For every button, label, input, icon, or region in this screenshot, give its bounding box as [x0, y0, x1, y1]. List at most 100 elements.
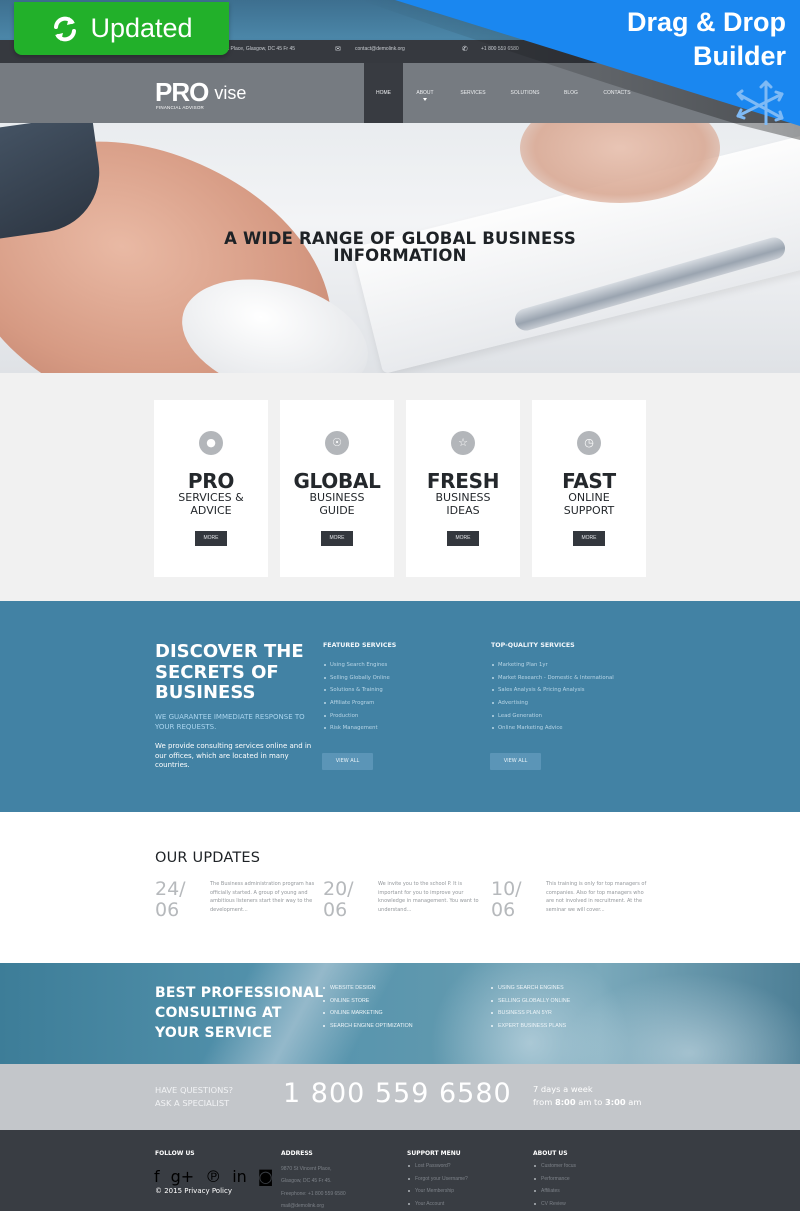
- privacy-policy-link[interactable]: © 2015 Privacy Policy: [155, 1187, 232, 1195]
- twitter-icon[interactable]: t: [611, 45, 614, 53]
- list-item: WEBSITE DESIGN: [322, 985, 413, 998]
- google-plus-icon[interactable]: g+: [171, 1167, 195, 1186]
- logo-main: PRO: [155, 77, 209, 107]
- update-date: 10/06: [491, 878, 522, 921]
- update-date: 20/06: [323, 878, 354, 921]
- nav-item-home[interactable]: HOME: [364, 63, 403, 123]
- feature-card: ☉ GLOBAL BUSINESS GUIDE MORE: [280, 400, 394, 577]
- support-link[interactable]: Your Membership: [407, 1188, 468, 1201]
- about-link[interactable]: Performance: [533, 1176, 576, 1189]
- consulting-banner: BEST PROFESSIONAL CONSULTING AT YOUR SER…: [0, 963, 800, 1064]
- discover-section: DISCOVER THE SECRETS OF BUSINESS WE GUAR…: [0, 601, 800, 812]
- google-plus-icon[interactable]: g+: [596, 45, 606, 53]
- nav-item-blog[interactable]: BLOG: [551, 63, 591, 123]
- address-text: nt Place, Glasgow, DC 45 Fr 45: [225, 46, 296, 52]
- support-link[interactable]: Your Account: [407, 1201, 468, 1211]
- about-link[interactable]: CV Review: [533, 1201, 576, 1211]
- site-logo[interactable]: PRO vise FINANCIAL ADVISOR: [155, 77, 246, 110]
- list-item[interactable]: Online Marketing Advice: [491, 725, 614, 738]
- nav-item-solutions[interactable]: SOLUTIONS: [499, 63, 551, 123]
- update-text: We invite you to the school P. It is imp…: [378, 881, 479, 913]
- update-date: 24/06: [155, 878, 186, 921]
- view-all-top-quality-button[interactable]: VIEW ALL: [490, 753, 541, 770]
- email-link[interactable]: contact@demolink.org: [355, 46, 405, 52]
- list-item[interactable]: Lead Generation: [491, 713, 614, 726]
- feature-title: FRESH: [426, 469, 500, 493]
- feature-card: ● PRO SERVICES & ADVICE MORE: [154, 400, 268, 577]
- updated-badge: Updated: [14, 2, 229, 55]
- view-all-featured-button[interactable]: VIEW ALL: [322, 753, 373, 770]
- discover-description: We provide consulting services online an…: [155, 742, 312, 769]
- feature-card: ◷ FAST ONLINE SUPPORT MORE: [532, 400, 646, 577]
- list-item: ONLINE STORE: [322, 998, 413, 1011]
- about-heading: ABOUT US: [533, 1150, 568, 1157]
- address-line: 9870 St Vincent Place,: [281, 1166, 332, 1172]
- feature-title: PRO: [187, 469, 235, 493]
- hero-headline-line2: INFORMATION: [333, 246, 467, 265]
- email-link[interactable]: mail@demolink.org: [281, 1200, 346, 1211]
- updated-label: Updated: [90, 13, 193, 43]
- linkedin-icon[interactable]: in: [232, 1167, 247, 1186]
- nav-item-services[interactable]: SERVICES: [447, 63, 499, 123]
- about-link[interactable]: Affiliates: [533, 1188, 576, 1201]
- address-heading: ADDRESS: [281, 1150, 313, 1157]
- featured-services-heading: FEATURED SERVICES: [323, 642, 397, 649]
- more-button[interactable]: MORE: [447, 531, 479, 546]
- list-item: USING SEARCH ENGINES: [490, 985, 570, 998]
- list-item[interactable]: Affiliate Program: [323, 700, 396, 713]
- top-quality-services-heading: TOP-QUALITY SERVICES: [491, 642, 575, 649]
- list-item[interactable]: Advertising: [491, 700, 614, 713]
- instagram-icon[interactable]: ◙: [258, 1167, 274, 1186]
- support-menu: Lost Password? Forgot your Username? You…: [407, 1163, 468, 1211]
- phone-number[interactable]: 1 800 559 6580: [283, 1078, 512, 1109]
- working-hours: 7 days a week from 8:00 am to 3:00 am: [533, 1084, 642, 1107]
- logo-tagline: FINANCIAL ADVISOR: [156, 105, 204, 110]
- more-button[interactable]: MORE: [321, 531, 353, 546]
- feature-card: ☆ FRESH BUSINESS IDEAS MORE: [406, 400, 520, 577]
- featured-services: FEATURED SERVICES Using Search Engines S…: [323, 642, 396, 738]
- facebook-icon[interactable]: f: [154, 1167, 160, 1186]
- top-quality-services: TOP-QUALITY SERVICES Marketing Plan 1yr …: [491, 642, 614, 738]
- about-link[interactable]: Customer focus: [533, 1163, 576, 1176]
- address-line: Freephone: +1 800 559 6580: [281, 1190, 346, 1197]
- nav-menu: HOME ABOUT SERVICES SOLUTIONS BLOG CONTA…: [364, 63, 643, 123]
- refresh-icon: [54, 16, 77, 41]
- list-item[interactable]: Production: [323, 713, 396, 726]
- callout-section: HAVE QUESTIONS? ASK A SPECIALIST 1 800 55…: [0, 1064, 800, 1130]
- more-button[interactable]: MORE: [195, 531, 227, 546]
- facebook-icon[interactable]: f: [585, 45, 588, 53]
- list-item[interactable]: Selling Globally Online: [323, 675, 396, 688]
- list-item[interactable]: Market Research - Domestic & Internation…: [491, 675, 614, 688]
- list-item[interactable]: Sales Analysis & Pricing Analysis: [491, 687, 614, 700]
- list-item[interactable]: Risk Management: [323, 725, 396, 738]
- update-text: This training is only for top managers o…: [546, 881, 647, 913]
- discover-title: DISCOVER THE SECRETS OF BUSINESS: [155, 641, 304, 703]
- footer: FOLLOW US f g+ ℗ in ◙ © 2015 Privacy Pol…: [0, 1130, 800, 1211]
- list-item[interactable]: Using Search Engines: [323, 662, 396, 675]
- features-section: ● PRO SERVICES & ADVICE MORE ☉ GLOBAL BUS…: [0, 373, 800, 601]
- support-link[interactable]: Forgot your Username?: [407, 1176, 468, 1189]
- more-button[interactable]: MORE: [573, 531, 605, 546]
- list-item[interactable]: Solutions & Training: [323, 687, 396, 700]
- list-item: BUSINESS PLAN 5YR: [490, 1010, 570, 1023]
- list-item: SEARCH ENGINE OPTIMIZATION: [322, 1023, 413, 1036]
- move-arrows-icon: [736, 80, 784, 125]
- star-icon: ☆: [451, 431, 475, 455]
- about-menu: Customer focus Performance Affiliates CV…: [533, 1163, 576, 1211]
- nav-item-about[interactable]: ABOUT: [403, 63, 447, 123]
- feature-title: GLOBAL: [293, 469, 381, 493]
- feature-title: FAST: [562, 469, 616, 493]
- follow-heading: FOLLOW US: [155, 1150, 195, 1157]
- consulting-list-2: USING SEARCH ENGINES SELLING GLOBALLY ON…: [490, 985, 570, 1036]
- address-line: Glasgow, DC 45 Fr 45.: [281, 1178, 332, 1185]
- support-link[interactable]: Lost Password?: [407, 1163, 468, 1176]
- guarantee-text: WE GUARANTEE IMMEDIATE RESPONSE TO YOUR …: [155, 713, 305, 731]
- hero-headline: A WIDE RANGE OF GLOBAL BUSINESS INFORMATI…: [0, 230, 800, 264]
- pinterest-icon[interactable]: ℗: [205, 1167, 221, 1186]
- address-block: 9870 St Vincent Place, Glasgow, DC 45 Fr…: [281, 1163, 346, 1211]
- user-icon: ●: [199, 431, 223, 455]
- drag-drop-label: Drag & Drop Builder: [627, 5, 786, 73]
- list-item[interactable]: Marketing Plan 1yr: [491, 662, 614, 675]
- updates-title: OUR UPDATES: [155, 850, 261, 866]
- feature-subtitle: BUSINESS GUIDE: [309, 491, 365, 517]
